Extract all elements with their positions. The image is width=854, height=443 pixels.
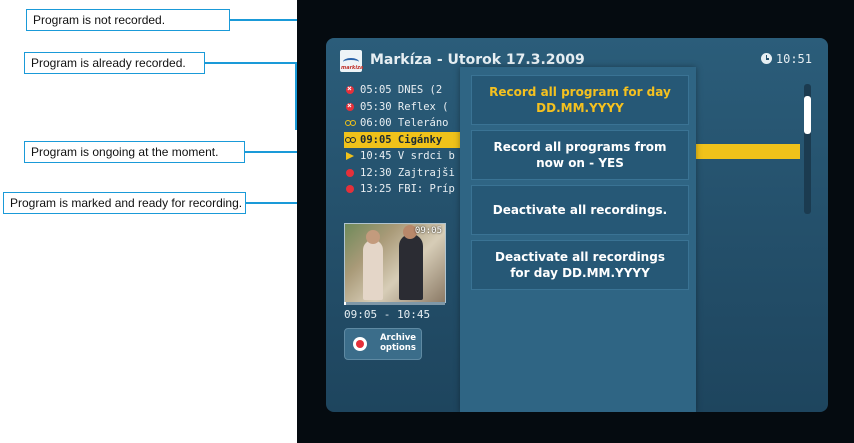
- channel-title: Markíza - Utorok 17.3.2009: [370, 52, 585, 68]
- program-label: 13:25 FBI: Príp: [360, 183, 455, 195]
- menu-item-line1: Deactivate all recordings.: [492, 203, 668, 217]
- archive-options-label: Archive options: [375, 333, 421, 353]
- program-label: 05:30 Reflex (: [360, 100, 449, 113]
- preview-person: [363, 240, 383, 300]
- program-row-selected[interactable]: 09:05 Cigánky: [344, 131, 468, 148]
- program-row[interactable]: 10:45 V srdci b: [344, 148, 468, 165]
- menu-item-line2: DD.MM.YYYY: [536, 101, 624, 115]
- preview-progress-fill: [344, 302, 347, 305]
- program-label: 09:05 Cigánky: [360, 133, 443, 146]
- channel-logo-text: markiza: [341, 65, 364, 71]
- program-label: 06:00 Teleráno: [360, 117, 449, 129]
- program-row[interactable]: 05:05 DNES (2: [344, 82, 468, 99]
- program-scrollbar[interactable]: [804, 84, 811, 214]
- clock-icon: [760, 53, 772, 64]
- recorded-icon: [345, 119, 356, 127]
- record-dot-icon: [346, 185, 354, 193]
- channel-logo: markiza: [340, 50, 364, 72]
- scrollbar-thumb[interactable]: [804, 96, 811, 134]
- menu-record-all-from-now[interactable]: Record all programs from now on - YES: [471, 130, 689, 180]
- program-list: 05:05 DNES (2 05:30 Reflex ( 06:00 Teler…: [344, 82, 468, 198]
- clock: 10:51: [760, 52, 812, 66]
- not-recorded-icon: [346, 99, 354, 114]
- recorded-icon: [345, 136, 356, 144]
- preview-time: 09:05: [414, 226, 442, 236]
- preview-thumbnail: 09:05: [344, 223, 446, 303]
- record-icon: [353, 337, 367, 351]
- menu-item-line1: Record all programs from: [493, 140, 667, 154]
- clock-time: 10:51: [775, 52, 812, 66]
- timeline-highlight: [692, 144, 800, 159]
- preview-time-range: 09:05 - 10:45: [344, 308, 431, 321]
- preview-progress-bar: [344, 302, 445, 305]
- archive-options-button[interactable]: Archive options: [344, 328, 422, 360]
- menu-deactivate-all[interactable]: Deactivate all recordings.: [471, 185, 689, 235]
- menu-item-line2: now on - YES: [536, 156, 624, 170]
- archive-label-line2: options: [380, 343, 416, 353]
- record-dot-icon: [346, 168, 354, 177]
- menu-record-all-for-day[interactable]: Record all program for day DD.MM.YYYY: [471, 75, 689, 125]
- program-row[interactable]: 06:00 Teleráno: [344, 115, 468, 132]
- program-label: 10:45 V srdci b: [360, 150, 455, 162]
- epg-panel: markiza Markíza - Utorok 17.3.2009 10:51…: [326, 38, 828, 412]
- program-label: 12:30 Zajtrajši: [360, 166, 455, 179]
- menu-item-line2: for day DD.MM.YYYY: [510, 266, 650, 280]
- program-row[interactable]: 13:25 FBI: Príp: [344, 181, 468, 198]
- play-icon: [346, 152, 354, 160]
- preview-person: [399, 234, 423, 300]
- callout-already-recorded: Program is already recorded.: [24, 52, 205, 74]
- menu-deactivate-all-for-day[interactable]: Deactivate all recordings for day DD.MM.…: [471, 240, 689, 290]
- callout-ongoing: Program is ongoing at the moment.: [24, 141, 245, 163]
- archive-label-line1: Archive: [379, 333, 417, 343]
- program-label: 05:05 DNES (2: [360, 84, 443, 96]
- not-recorded-icon: [346, 82, 354, 98]
- preview-person-head: [366, 230, 380, 244]
- program-row[interactable]: 05:30 Reflex (: [344, 99, 468, 116]
- archive-options-menu: Record all program for day DD.MM.YYYY Re…: [460, 67, 696, 412]
- menu-item-line1: Record all program for day: [489, 85, 671, 99]
- callout-marked: Program is marked and ready for recordin…: [3, 192, 246, 214]
- menu-item-line1: Deactivate all recordings: [495, 250, 665, 264]
- callout-not-recorded: Program is not recorded.: [26, 9, 230, 31]
- program-row[interactable]: 12:30 Zajtrajši: [344, 165, 468, 182]
